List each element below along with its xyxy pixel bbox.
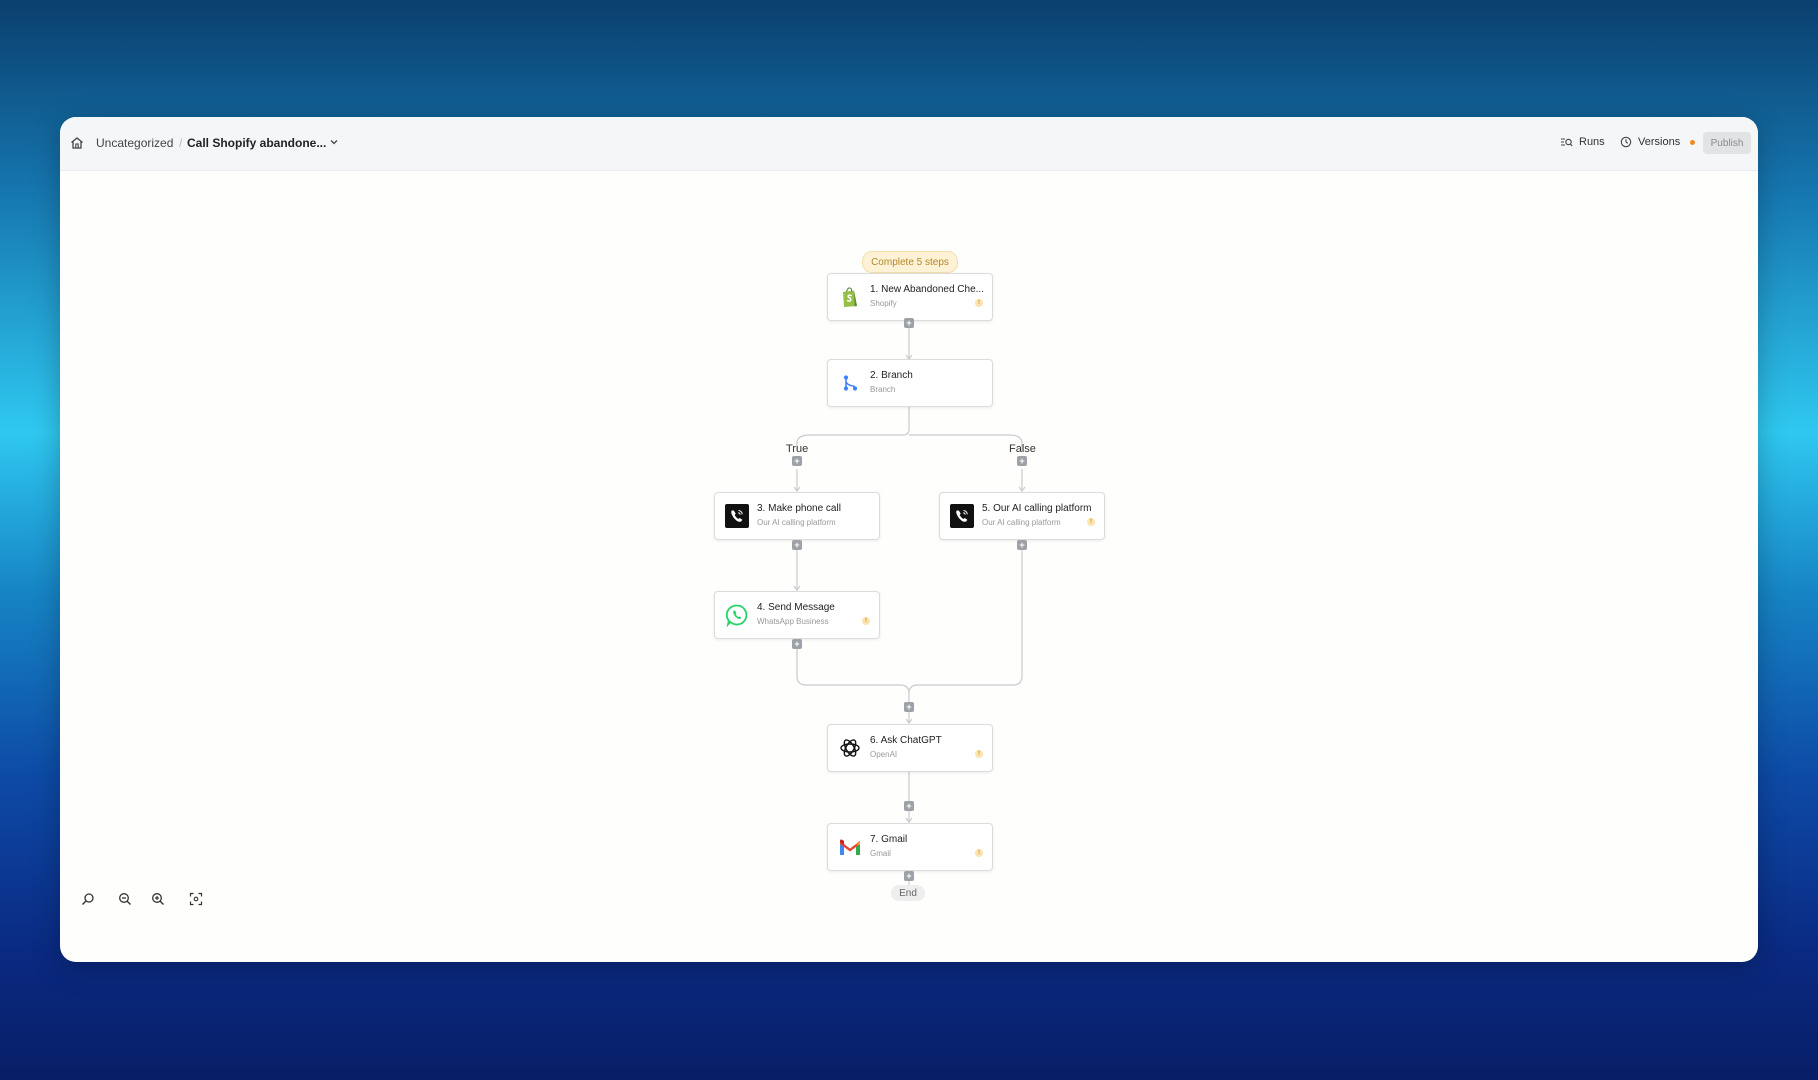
- phone-icon: [950, 504, 974, 528]
- step-node-5[interactable]: 5. Our AI calling platform Our AI callin…: [939, 492, 1105, 540]
- add-step-button[interactable]: +: [904, 318, 914, 328]
- step-title: 7. Gmail: [870, 834, 908, 845]
- step-node-2[interactable]: 2. Branch Branch: [827, 359, 993, 407]
- step-title: 3. Make phone call: [757, 503, 841, 514]
- step-app: OpenAI: [870, 750, 898, 759]
- step-app: Our AI calling platform: [757, 518, 836, 527]
- step-title: 2. Branch: [870, 370, 913, 381]
- add-step-button[interactable]: +: [792, 540, 802, 550]
- step-node-6[interactable]: 6. Ask ChatGPT OpenAI !: [827, 724, 993, 772]
- publish-button[interactable]: Publish: [1703, 132, 1751, 154]
- versions-button[interactable]: Versions: [1620, 136, 1696, 148]
- zoom-search-button[interactable]: [75, 888, 101, 910]
- unpublished-dot: [1690, 139, 1696, 145]
- step-title: 1. New Abandoned Che...: [870, 284, 984, 295]
- zoom-in-icon: [152, 893, 164, 905]
- versions-label: Versions: [1638, 136, 1681, 148]
- step-node-4[interactable]: 4. Send Message WhatsApp Business !: [714, 591, 880, 639]
- step-app: WhatsApp Business: [757, 617, 829, 626]
- step-app: Our AI calling platform: [982, 518, 1061, 527]
- complete-steps-badge[interactable]: Complete 5 steps: [862, 251, 958, 273]
- add-step-button[interactable]: +: [1017, 456, 1027, 466]
- step-node-1[interactable]: 1. New Abandoned Che... Shopify !: [827, 273, 993, 321]
- flow-canvas[interactable]: Complete 5 steps 1. New Abandoned Che...…: [60, 171, 1758, 962]
- flow-title[interactable]: Call Shopify abandone...: [187, 136, 326, 150]
- add-step-button[interactable]: +: [904, 871, 914, 881]
- add-step-button[interactable]: +: [904, 702, 914, 712]
- runs-label: Runs: [1579, 136, 1605, 148]
- step-app: Shopify: [870, 299, 897, 308]
- fit-screen-button[interactable]: [183, 888, 209, 910]
- warning-icon: !: [862, 617, 870, 625]
- step-title: 4. Send Message: [757, 602, 835, 613]
- warning-icon: !: [975, 750, 983, 758]
- home-icon[interactable]: [69, 135, 85, 151]
- breadcrumb-separator: /: [179, 136, 183, 150]
- step-app: Gmail: [870, 849, 891, 858]
- zoom-in-button[interactable]: [145, 888, 171, 910]
- runs-button[interactable]: Runs: [1560, 136, 1605, 148]
- warning-icon: !: [975, 849, 983, 857]
- step-title: 6. Ask ChatGPT: [870, 735, 942, 746]
- whatsapp-icon: [725, 604, 748, 627]
- zoom-out-button[interactable]: [112, 888, 138, 910]
- branch-true-label: True: [786, 443, 809, 455]
- chevron-down-icon[interactable]: [328, 136, 340, 148]
- runs-icon: [1561, 138, 1573, 147]
- warning-icon: !: [975, 299, 983, 307]
- zoom-out-icon: [119, 893, 131, 905]
- shopify-icon: [843, 287, 857, 307]
- end-marker: End: [891, 885, 925, 901]
- openai-icon: [840, 739, 860, 757]
- step-node-7[interactable]: 7. Gmail Gmail !: [827, 823, 993, 871]
- top-bar: Uncategorized / Call Shopify abandone...…: [60, 117, 1758, 171]
- add-step-button[interactable]: +: [904, 801, 914, 811]
- add-step-button[interactable]: +: [792, 456, 802, 466]
- step-title: 5. Our AI calling platform: [982, 503, 1092, 514]
- step-app: Branch: [870, 385, 896, 394]
- phone-icon: [725, 504, 749, 528]
- zoom-search-icon: [82, 893, 94, 905]
- add-step-button[interactable]: +: [792, 639, 802, 649]
- add-step-button[interactable]: +: [1017, 540, 1027, 550]
- app-window: Uncategorized / Call Shopify abandone...…: [60, 117, 1758, 962]
- gmail-icon: [840, 839, 860, 855]
- step-node-3[interactable]: 3. Make phone call Our AI calling platfo…: [714, 492, 880, 540]
- breadcrumb-category[interactable]: Uncategorized: [96, 136, 173, 150]
- fit-screen-icon: [189, 892, 203, 906]
- warning-icon: !: [1087, 518, 1095, 526]
- branch-false-label: False: [1009, 443, 1036, 455]
- branch-icon: [843, 375, 858, 391]
- history-icon: [1620, 136, 1632, 148]
